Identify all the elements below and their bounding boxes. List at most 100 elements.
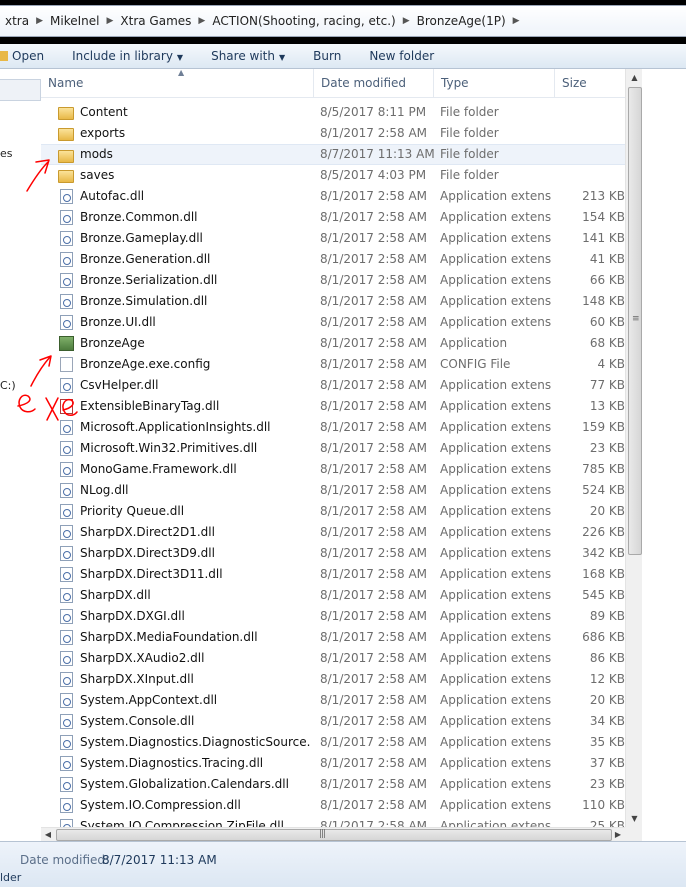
share-with-button[interactable]: Share with ▼ — [197, 49, 299, 63]
dll-icon — [60, 315, 73, 330]
file-date-modified: 8/1/2017 2:58 AM — [320, 336, 428, 350]
scrollbar-thumb[interactable]: ≡ — [628, 87, 642, 555]
file-size: 159 KB — [582, 420, 625, 434]
file-name: ExtensibleBinaryTag.dll — [80, 399, 220, 413]
breadcrumb-item[interactable]: BronzeAge(1P) — [412, 14, 511, 28]
sort-ascending-icon: ▲ — [178, 68, 185, 77]
scroll-left-icon[interactable]: ◀ — [41, 828, 55, 842]
file-date-modified: 8/1/2017 2:58 AM — [320, 210, 428, 224]
file-row[interactable]: Bronze.Serialization.dll 8/1/2017 2:58 AM… — [41, 270, 625, 291]
breadcrumb-item[interactable]: ACTION(Shooting, racing, etc.) — [207, 14, 400, 28]
include-in-library-label: Include in library — [72, 49, 173, 63]
breadcrumb-separator-icon[interactable]: ▶ — [511, 16, 522, 26]
file-type: File folder — [440, 147, 499, 161]
scroll-down-icon[interactable]: ▼ — [626, 810, 643, 827]
file-row[interactable]: Autofac.dll 8/1/2017 2:58 AM Application e… — [41, 186, 625, 207]
file-type: File folder — [440, 168, 499, 182]
file-row[interactable]: Microsoft.ApplicationInsights.dll 8/1/201… — [41, 417, 625, 438]
dll-icon — [60, 189, 73, 204]
file-row[interactable]: CsvHelper.dll 8/1/2017 2:58 AM Application… — [41, 375, 625, 396]
breadcrumb-separator-icon[interactable]: ▶ — [196, 16, 207, 26]
scroll-right-icon[interactable]: ▶ — [611, 828, 625, 842]
file-type: Application extens... — [440, 630, 552, 644]
file-row[interactable]: SharpDX.Direct3D9.dll 8/1/2017 2:58 AM App… — [41, 543, 625, 564]
file-name: System.Diagnostics.Tracing.dll — [80, 756, 264, 770]
column-header-date[interactable]: Date modified — [314, 69, 434, 97]
file-name: mods — [80, 147, 113, 161]
file-date-modified: 8/5/2017 8:11 PM — [320, 105, 427, 119]
file-row[interactable]: SharpDX.XInput.dll 8/1/2017 2:58 AM Applic… — [41, 669, 625, 690]
column-header-type[interactable]: Type — [434, 69, 555, 97]
breadcrumb-item[interactable]: Xtra Games — [115, 14, 196, 28]
file-row[interactable]: exports 8/1/2017 2:58 AM File folder — [41, 123, 625, 144]
dll-icon — [60, 735, 73, 750]
file-row[interactable]: System.Diagnostics.DiagnosticSource.dll 8… — [41, 732, 625, 753]
file-row[interactable]: Content 8/5/2017 8:11 PM File folder — [41, 102, 625, 123]
file-row[interactable]: ExtensibleBinaryTag.dll 8/1/2017 2:58 AM A… — [41, 396, 625, 417]
nav-item-fragment[interactable]: C:) — [0, 379, 16, 392]
file-row[interactable]: SharpDX.dll 8/1/2017 2:58 AM Application e… — [41, 585, 625, 606]
file-type: Application extens... — [440, 756, 552, 770]
vertical-scrollbar[interactable]: ▲ ≡ ▼ — [625, 69, 643, 827]
file-row[interactable]: NLog.dll 8/1/2017 2:58 AM Application exte… — [41, 480, 625, 501]
file-row[interactable]: Bronze.Simulation.dll 8/1/2017 2:58 AM App… — [41, 291, 625, 312]
file-name: Bronze.Generation.dll — [80, 252, 211, 266]
horizontal-scrollbar[interactable]: ◀ ||| ▶ — [41, 827, 625, 842]
file-name: SharpDX.XInput.dll — [80, 672, 194, 686]
file-list-pane[interactable]: Name Date modified Type Size ▲ Content 8/… — [41, 68, 686, 842]
file-row[interactable]: saves 8/5/2017 4:03 PM File folder — [41, 165, 625, 186]
file-row[interactable]: SharpDX.XAudio2.dll 8/1/2017 2:58 AM Appli… — [41, 648, 625, 669]
new-folder-button[interactable]: New folder — [355, 49, 448, 63]
file-row[interactable]: System.AppContext.dll 8/1/2017 2:58 AM App… — [41, 690, 625, 711]
file-size: 785 KB — [582, 462, 625, 476]
column-header-size[interactable]: Size — [555, 69, 625, 97]
open-button[interactable]: Open — [0, 49, 58, 63]
dll-icon — [60, 378, 73, 393]
file-row[interactable]: SharpDX.Direct3D11.dll 8/1/2017 2:58 AM Ap… — [41, 564, 625, 585]
breadcrumb-item[interactable]: MikeInel — [45, 14, 104, 28]
file-row[interactable]: System.IO.Compression.dll 8/1/2017 2:58 A… — [41, 795, 625, 816]
file-row[interactable]: Bronze.Common.dll 8/1/2017 2:58 AM Applica… — [41, 207, 625, 228]
scroll-up-icon[interactable]: ▲ — [626, 69, 643, 86]
folder-icon — [58, 107, 74, 120]
file-row[interactable]: Bronze.UI.dll 8/1/2017 2:58 AM Application… — [41, 312, 625, 333]
file-row[interactable]: System.Diagnostics.Tracing.dll 8/1/2017 2… — [41, 753, 625, 774]
file-row[interactable]: BronzeAge.exe.config 8/1/2017 2:58 AM CONF… — [41, 354, 625, 375]
file-type: Application extens... — [440, 294, 552, 308]
file-row[interactable]: Microsoft.Win32.Primitives.dll 8/1/2017 2… — [41, 438, 625, 459]
nav-item-fragment[interactable]: es — [0, 147, 13, 160]
navigation-pane[interactable]: es C:) — [0, 69, 42, 841]
file-name: CsvHelper.dll — [80, 378, 159, 392]
breadcrumb-separator-icon[interactable]: ▶ — [401, 16, 412, 26]
file-row[interactable]: MonoGame.Framework.dll 8/1/2017 2:58 AM Ap… — [41, 459, 625, 480]
breadcrumb-item[interactable]: xtra — [0, 14, 34, 28]
file-size: 12 KB — [589, 672, 625, 686]
file-row[interactable]: Bronze.Gameplay.dll 8/1/2017 2:58 AM Appli… — [41, 228, 625, 249]
tag-dll-icon — [60, 399, 73, 414]
file-size: 89 KB — [589, 609, 625, 623]
burn-button[interactable]: Burn — [299, 49, 355, 63]
file-row[interactable]: BronzeAge 8/1/2017 2:58 AM Application 68 K… — [41, 333, 625, 354]
file-type: File folder — [440, 126, 499, 140]
file-row[interactable]: SharpDX.DXGI.dll 8/1/2017 2:58 AM Applicat… — [41, 606, 625, 627]
file-row[interactable]: Priority Queue.dll 8/1/2017 2:58 AM Applic… — [41, 501, 625, 522]
file-date-modified: 8/1/2017 2:58 AM — [320, 672, 428, 686]
file-size: 226 KB — [582, 525, 625, 539]
breadcrumb[interactable]: xtra ▶ MikeInel ▶ Xtra Games ▶ ACTION(Sh… — [0, 5, 686, 37]
file-rows: Content 8/5/2017 8:11 PM File folder export… — [41, 102, 625, 837]
breadcrumb-separator-icon[interactable]: ▶ — [104, 16, 115, 26]
file-type: Application extens... — [440, 546, 552, 560]
file-row[interactable]: mods 8/7/2017 11:13 AM File folder — [41, 144, 625, 165]
file-row[interactable]: SharpDX.MediaFoundation.dll 8/1/2017 2:58… — [41, 627, 625, 648]
horizontal-scrollbar-thumb[interactable]: ||| — [56, 829, 612, 841]
file-size: 37 KB — [589, 756, 625, 770]
breadcrumb-separator-icon[interactable]: ▶ — [34, 16, 45, 26]
file-row[interactable]: System.Console.dll 8/1/2017 2:58 AM Applic… — [41, 711, 625, 732]
nav-selected-item[interactable] — [0, 79, 41, 101]
file-row[interactable]: SharpDX.Direct2D1.dll 8/1/2017 2:58 AM App… — [41, 522, 625, 543]
file-row[interactable]: System.Globalization.Calendars.dll 8/1/20… — [41, 774, 625, 795]
file-size: 148 KB — [582, 294, 625, 308]
dll-icon — [60, 210, 73, 225]
file-row[interactable]: Bronze.Generation.dll 8/1/2017 2:58 AM App… — [41, 249, 625, 270]
include-in-library-button[interactable]: Include in library ▼ — [58, 49, 197, 63]
